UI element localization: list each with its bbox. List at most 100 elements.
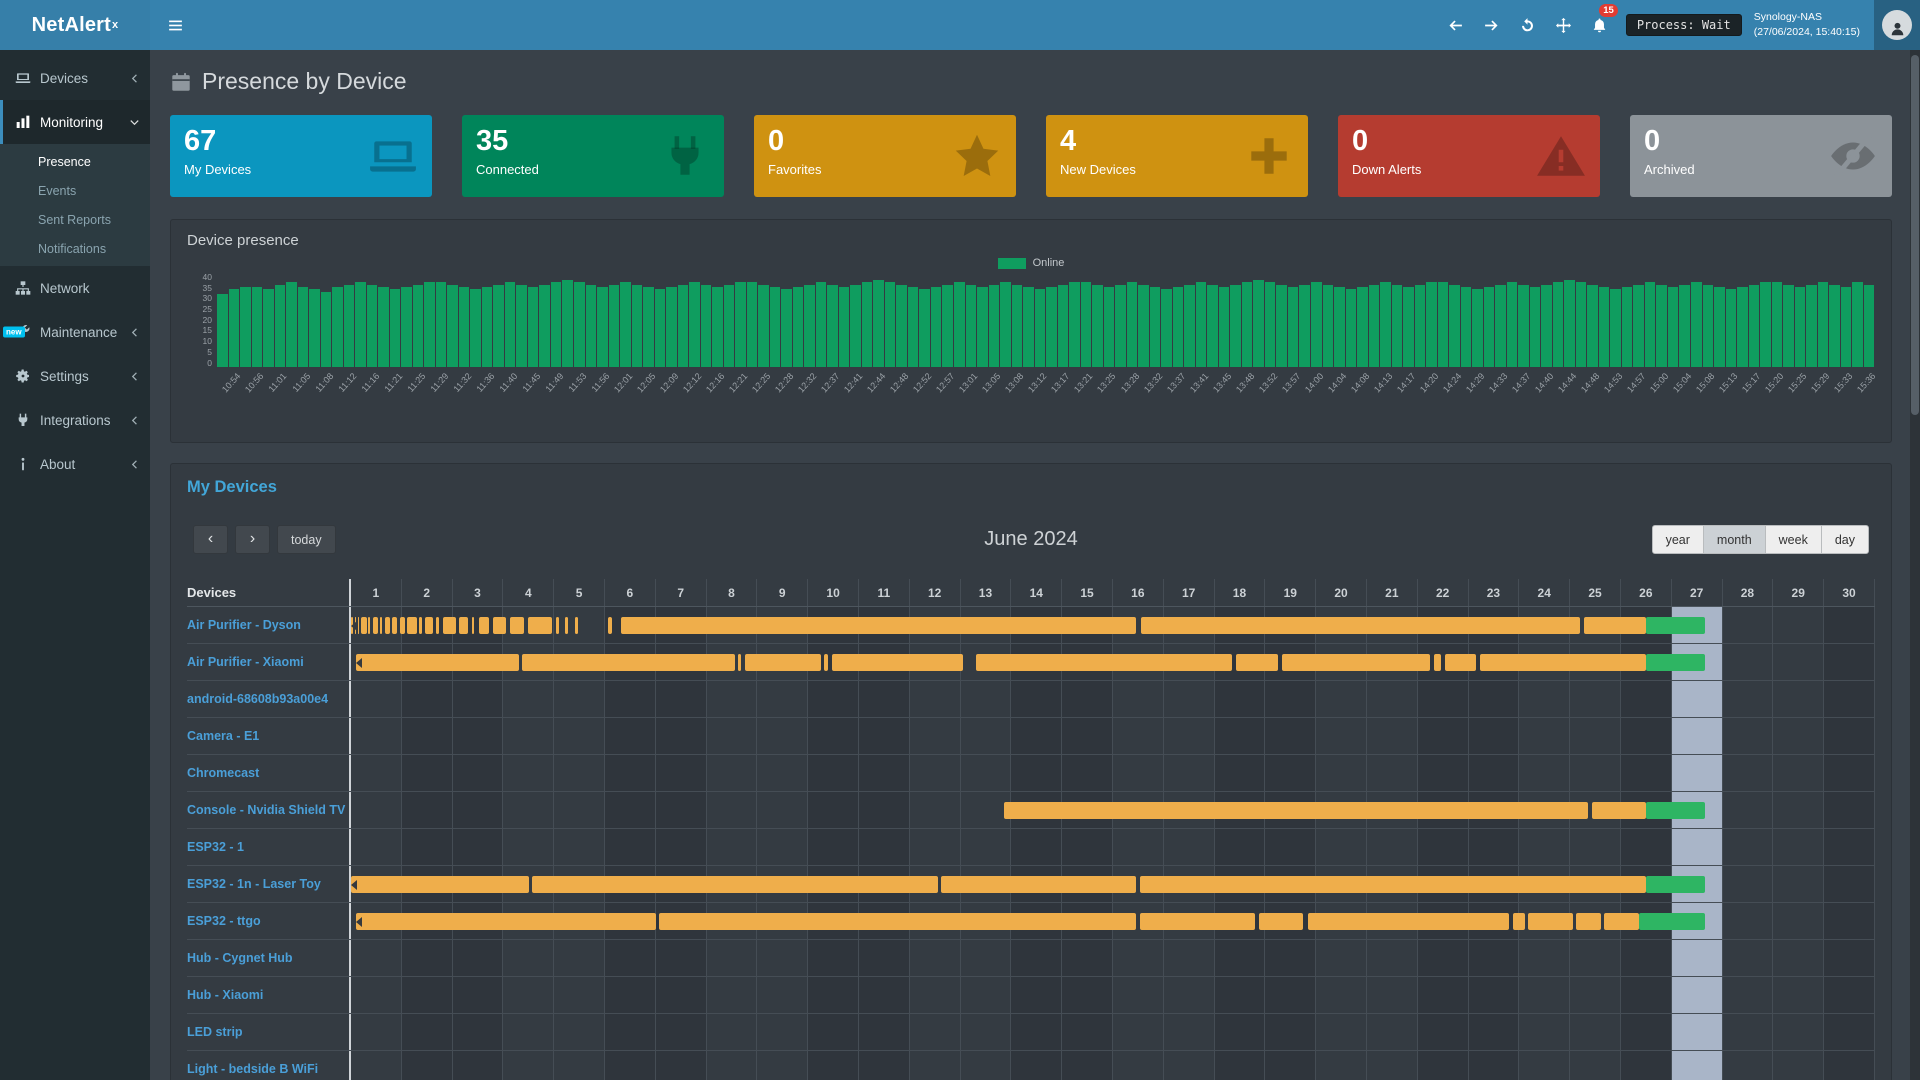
presence-event-bar[interactable] [1592,802,1646,819]
presence-event-bar[interactable] [738,654,741,671]
presence-event-bar[interactable] [1513,913,1525,930]
sidebar-subitem-presence[interactable]: Presence [0,147,150,176]
presence-event-bar[interactable] [493,617,507,634]
presence-event-bar[interactable] [941,876,1136,893]
presence-event-bar[interactable] [351,876,529,893]
presence-event-bar[interactable] [361,617,367,634]
presence-event-bar[interactable] [358,617,360,634]
device-link[interactable]: ESP32 - 1 [187,829,349,865]
presence-event-bar[interactable] [356,913,656,930]
nav-forward-button[interactable] [1474,0,1510,50]
device-link[interactable]: LED strip [187,1014,349,1050]
presence-event-bar[interactable] [659,913,1136,930]
app-logo[interactable]: NetAlertx [0,0,150,50]
infobox-my-devices[interactable]: 67My Devices [170,115,432,197]
sidebar-subitem-sent-reports[interactable]: Sent Reports [0,205,150,234]
presence-event-bar[interactable] [1646,876,1704,893]
presence-event-bar[interactable] [392,617,397,634]
infobox-favorites[interactable]: 0Favorites [754,115,1016,197]
move-button[interactable] [1546,0,1582,50]
presence-event-bar[interactable] [575,617,578,634]
device-link[interactable]: Hub - Xiaomi [187,977,349,1013]
presence-event-bar[interactable] [1528,913,1573,930]
sidebar-subitem-events[interactable]: Events [0,176,150,205]
sidebar-item-monitoring[interactable]: Monitoring [0,100,150,144]
presence-event-bar[interactable] [1639,913,1705,930]
presence-event-bar[interactable] [373,617,378,634]
sidebar-item-devices[interactable]: Devices [0,56,150,100]
presence-event-bar[interactable] [368,617,370,634]
view-button-day[interactable]: day [1821,525,1869,554]
presence-event-bar[interactable] [824,654,827,671]
presence-event-bar[interactable] [1141,617,1580,634]
presence-event-bar[interactable] [419,617,422,634]
presence-event-bar[interactable] [1434,654,1441,671]
infobox-connected[interactable]: 35Connected [462,115,724,197]
presence-event-bar[interactable] [1259,913,1304,930]
device-link[interactable]: Console - Nvidia Shield TV [187,792,349,828]
presence-event-bar[interactable] [1308,913,1510,930]
presence-event-bar[interactable] [1584,617,1646,634]
presence-event-bar[interactable] [528,617,552,634]
presence-event-bar[interactable] [532,876,937,893]
presence-event-bar[interactable] [459,617,468,634]
process-status[interactable]: Process: Wait [1626,14,1742,36]
presence-event-bar[interactable] [522,654,734,671]
device-link[interactable]: Hub - Cygnet Hub [187,940,349,976]
presence-event-bar[interactable] [1480,654,1647,671]
device-link[interactable]: ESP32 - 1n - Laser Toy [187,866,349,902]
presence-event-bar[interactable] [1140,876,1646,893]
device-link[interactable]: Air Purifier - Dyson [187,607,349,643]
infobox-down-alerts[interactable]: 0Down Alerts [1338,115,1600,197]
view-button-year[interactable]: year [1652,525,1704,554]
refresh-button[interactable] [1510,0,1546,50]
nav-back-button[interactable] [1438,0,1474,50]
sidebar-item-about[interactable]: About [0,442,150,486]
presence-event-bar[interactable] [385,617,390,634]
device-link[interactable]: Air Purifier - Xiaomi [187,644,349,680]
presence-event-bar[interactable] [745,654,821,671]
presence-event-bar[interactable] [1282,654,1430,671]
sidebar-toggle-button[interactable] [150,0,201,50]
presence-event-bar[interactable] [1646,802,1704,819]
presence-event-bar[interactable] [1604,913,1639,930]
sidebar-item-settings[interactable]: Settings [0,354,150,398]
presence-event-bar[interactable] [479,617,489,634]
device-link[interactable]: ESP32 - ttgo [187,903,349,939]
view-button-month[interactable]: month [1703,525,1766,554]
presence-event-bar[interactable] [1004,802,1588,819]
sidebar-item-integrations[interactable]: Integrations [0,398,150,442]
notifications-button[interactable]: 15 [1582,0,1618,50]
presence-event-bar[interactable] [565,617,568,634]
sidebar-item-network[interactable]: Network [0,266,150,310]
presence-event-bar[interactable] [556,617,559,634]
infobox-new-devices[interactable]: 4New Devices [1046,115,1308,197]
infobox-archived[interactable]: 0Archived [1630,115,1892,197]
presence-event-bar[interactable] [976,654,1233,671]
device-link[interactable]: Chromecast [187,755,349,791]
presence-event-bar[interactable] [608,617,612,634]
presence-event-bar[interactable] [356,654,519,671]
presence-event-bar[interactable] [1236,654,1278,671]
presence-event-bar[interactable] [621,617,1136,634]
presence-event-bar[interactable] [1140,913,1255,930]
user-menu-button[interactable] [1874,0,1920,50]
presence-event-bar[interactable] [443,617,456,634]
presence-event-bar[interactable] [1646,617,1704,634]
presence-event-bar[interactable] [380,617,382,634]
device-link[interactable]: android-68608b93a00e4 [187,681,349,717]
presence-event-bar[interactable] [400,617,405,634]
presence-event-bar[interactable] [1576,913,1601,930]
sidebar-item-maintenance[interactable]: Maintenancenew [0,310,150,354]
scrollbar-thumb[interactable] [1911,55,1919,415]
presence-event-bar[interactable] [425,617,433,634]
sidebar-subitem-notifications[interactable]: Notifications [0,234,150,263]
presence-event-bar[interactable] [1445,654,1476,671]
presence-event-bar[interactable] [436,617,439,634]
device-link[interactable]: Camera - E1 [187,718,349,754]
presence-event-bar[interactable] [510,617,524,634]
presence-event-bar[interactable] [1646,654,1704,671]
presence-event-bar[interactable] [407,617,416,634]
presence-event-bar[interactable] [832,654,964,671]
device-link[interactable]: Light - bedside B WiFi [187,1051,349,1080]
